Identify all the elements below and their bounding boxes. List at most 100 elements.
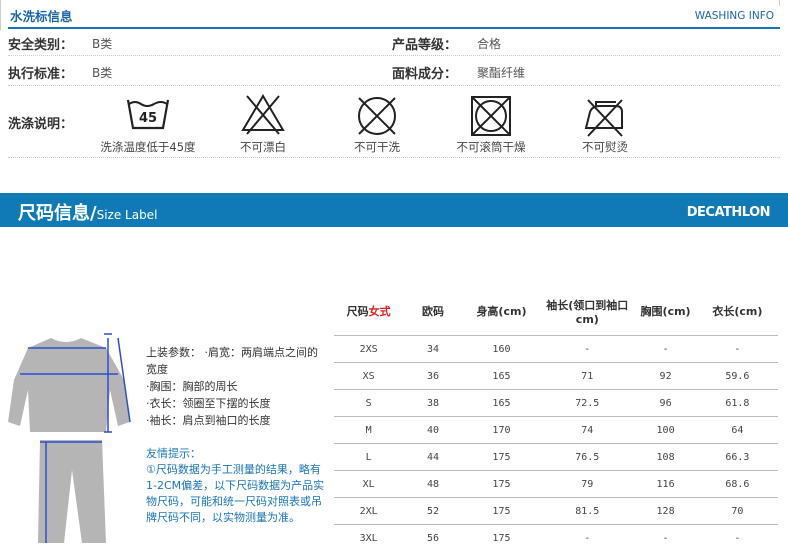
table-cell: 40 [403, 417, 463, 444]
brand-logo: DECATHLON [687, 205, 770, 220]
tips-block: 友情提示： ①尺码数据为手工测量的结果，略有1-2CM偏差，以下尺码数据为产品实… [146, 446, 330, 526]
table-cell: 79 [540, 471, 634, 498]
left-border [0, 0, 1, 30]
table-cell: 61.8 [697, 390, 778, 417]
col-size: 尺码女式 [334, 287, 403, 336]
table-row: 2XL5217581.512870 [334, 498, 778, 525]
table-cell: S [334, 390, 403, 417]
table-cell: 34 [403, 336, 463, 363]
table-row: M401707410064 [334, 417, 778, 444]
table-cell: 74 [540, 417, 634, 444]
no-bleach-icon [237, 90, 289, 146]
table-row: XS36165719259.6 [334, 363, 778, 390]
table-cell: 92 [634, 363, 696, 390]
no-tumble-dry-icon [465, 90, 517, 146]
tips-text: ①尺码数据为手工测量的结果，略有1-2CM偏差，以下尺码数据为产品实物尺码，可能… [146, 462, 330, 526]
table-row: 2XS34160--- [334, 336, 778, 363]
fabric-value: 聚酯纤维 [477, 64, 525, 81]
table-cell: 36 [403, 363, 463, 390]
wash-section-title-en: WASHING INFO [695, 10, 774, 22]
product-grade-label: 产品等级： [392, 34, 457, 53]
care-caption: 不可熨烫 [545, 139, 665, 155]
col-length: 衣长(cm) [697, 287, 778, 336]
note-sleeve: ·袖长：肩点到袖口的长度 [146, 412, 326, 429]
wash-45-icon: 45 [122, 90, 174, 146]
table-cell: 175 [463, 471, 540, 498]
table-cell: 3XL [334, 525, 403, 551]
note-chest: ·胸围：胸部的周长 [146, 378, 326, 395]
standard-value: B类 [92, 64, 112, 81]
table-row: S3816572.59661.8 [334, 390, 778, 417]
size-table: 尺码女式 欧码 身高(cm) 袖长(领口到袖口cm) 胸围(cm) 衣长(cm)… [334, 287, 778, 551]
table-row: XL481757911668.6 [334, 471, 778, 498]
standard-label: 执行标准： [8, 63, 73, 82]
table-cell: 68.6 [697, 471, 778, 498]
table-cell: - [540, 525, 634, 551]
table-cell: - [634, 525, 696, 551]
table-cell: 72.5 [540, 390, 634, 417]
table-cell: 165 [463, 390, 540, 417]
no-iron-icon [578, 90, 630, 146]
row-divider [8, 157, 780, 158]
care-caption: 不可漂白 [203, 139, 323, 155]
table-cell: - [634, 336, 696, 363]
garment-figure [6, 330, 136, 547]
table-cell: 71 [540, 363, 634, 390]
row-divider [8, 85, 780, 86]
title-divider [8, 27, 780, 29]
tips-title: 友情提示： [146, 446, 330, 462]
table-cell: 52 [403, 498, 463, 525]
note-length: ·衣长：领圈至下摆的长度 [146, 395, 326, 412]
col-height: 身高(cm) [463, 287, 540, 336]
care-instructions-label: 洗涤说明： [8, 113, 73, 132]
wash-section-title: 水洗标信息 [10, 6, 73, 25]
table-cell: 170 [463, 417, 540, 444]
wash-temp-text: 45 [139, 111, 157, 126]
right-tick [779, 0, 780, 6]
table-cell: 56 [403, 525, 463, 551]
table-cell: 59.6 [697, 363, 778, 390]
table-cell: 175 [463, 444, 540, 471]
no-dry-clean-icon [351, 90, 403, 146]
table-cell: 116 [634, 471, 696, 498]
table-cell: 2XL [334, 498, 403, 525]
safety-category-value: B类 [92, 35, 112, 52]
table-cell: 44 [403, 444, 463, 471]
table-cell: 175 [463, 525, 540, 551]
table-cell: 66.3 [697, 444, 778, 471]
product-grade-value: 合格 [477, 35, 501, 52]
table-cell: - [540, 336, 634, 363]
table-row: 3XL56175--- [334, 525, 778, 551]
table-cell: 2XS [334, 336, 403, 363]
table-cell: - [697, 336, 778, 363]
safety-category-label: 安全类别： [8, 34, 73, 53]
size-banner-title-cn: 尺码信息/ [18, 203, 97, 224]
table-cell: XL [334, 471, 403, 498]
table-cell: 70 [697, 498, 778, 525]
table-cell: L [334, 444, 403, 471]
col-chest: 胸围(cm) [634, 287, 696, 336]
table-cell: 108 [634, 444, 696, 471]
measurement-notes: 上装参数： ·肩宽：两肩端点之间的宽度 ·胸围：胸部的周长 ·衣长：领圈至下摆的… [146, 344, 326, 429]
col-sleeve: 袖长(领口到袖口cm) [540, 287, 634, 336]
note-shoulder: 上装参数： ·肩宽：两肩端点之间的宽度 [146, 344, 326, 378]
table-cell: M [334, 417, 403, 444]
table-cell: - [697, 525, 778, 551]
table-header-row: 尺码女式 欧码 身高(cm) 袖长(领口到袖口cm) 胸围(cm) 衣长(cm) [334, 287, 778, 336]
table-cell: 100 [634, 417, 696, 444]
table-cell: 38 [403, 390, 463, 417]
table-cell: 76.5 [540, 444, 634, 471]
table-cell: 81.5 [540, 498, 634, 525]
table-cell: 160 [463, 336, 540, 363]
size-banner-title: 尺码信息/Size Label [18, 199, 157, 225]
care-caption: 不可滚筒干燥 [431, 139, 551, 155]
table-row: L4417576.510866.3 [334, 444, 778, 471]
size-banner-title-en: Size Label [97, 208, 158, 222]
col-eu: 欧码 [403, 287, 463, 336]
row-divider [8, 55, 780, 56]
table-cell: XS [334, 363, 403, 390]
table-cell: 175 [463, 498, 540, 525]
care-caption: 不可干洗 [317, 139, 437, 155]
col-size-gender: 女式 [369, 305, 391, 318]
table-cell: 48 [403, 471, 463, 498]
